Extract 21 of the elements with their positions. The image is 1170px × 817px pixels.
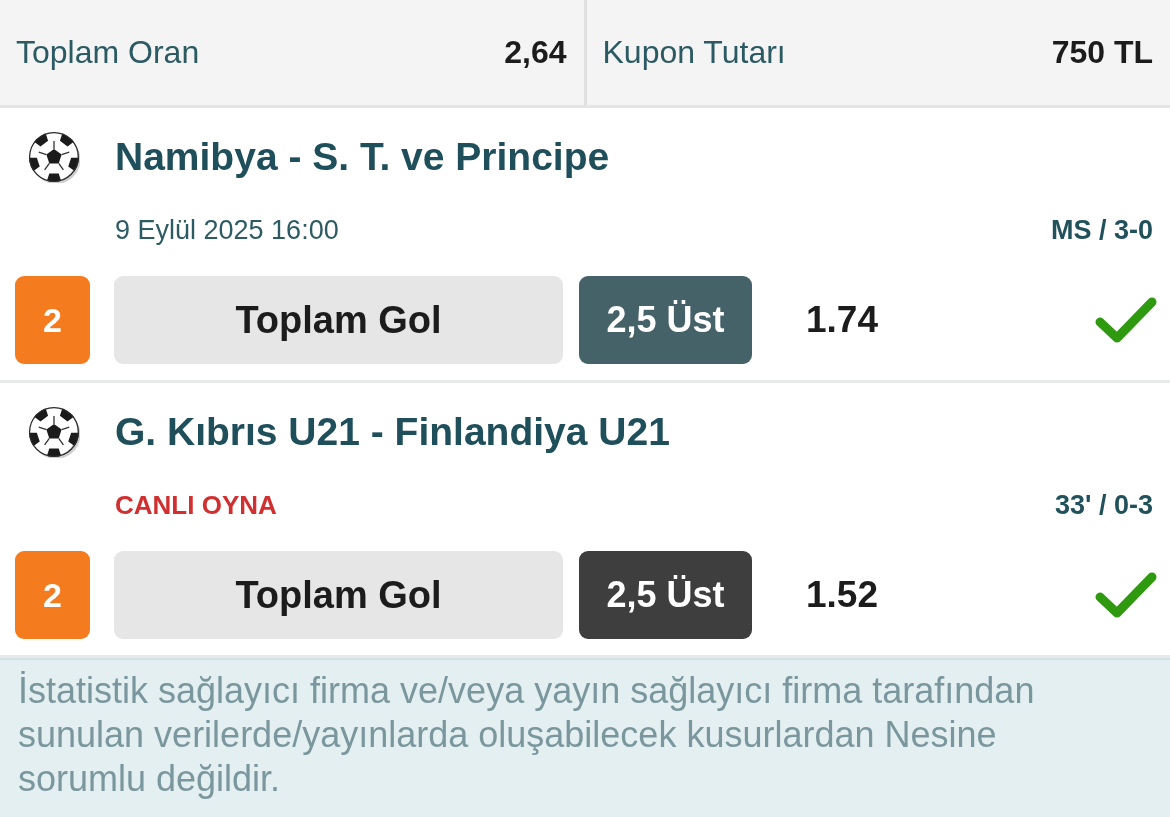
summary-label: Toplam Oran	[16, 34, 200, 71]
soccer-ball-icon	[28, 406, 80, 458]
soccer-ball-icon	[28, 131, 80, 183]
summary-value: 2,64	[504, 34, 567, 71]
market-label: Toplam Gol	[114, 276, 563, 364]
match-score: MS / 3-0	[1050, 214, 1153, 246]
match-date: 9 Eylül 2025 16:00	[115, 214, 339, 246]
pick-label: 2,5 Üst	[579, 551, 752, 639]
match-score: 33' / 0-3	[1055, 489, 1153, 521]
match-title[interactable]: Namibya - S. T. ve Principe	[115, 135, 610, 179]
pick-label: 2,5 Üst	[579, 276, 752, 364]
odds-value: 1.52	[806, 574, 878, 616]
market-label: Toplam Gol	[114, 551, 563, 639]
match-title[interactable]: G. Kıbrıs U21 - Finlandiya U21	[115, 410, 670, 454]
summary-label: Kupon Tutarı	[602, 34, 786, 71]
summary-value: 750 TL	[1051, 34, 1153, 71]
live-bet-link[interactable]: CANLI OYNA	[115, 489, 277, 521]
number-badge: 2	[15, 551, 90, 639]
number-badge: 2	[15, 276, 90, 364]
odds-value: 1.74	[806, 299, 878, 341]
disclaimer-text: İstatistik sağlayıcı firma ve/veya yayın sağlayıcı firma tarafından sunulan verilerde/yayınlarda oluşabilecek kusurlardan Nesine sorumlu değildir.	[18, 669, 1036, 801]
